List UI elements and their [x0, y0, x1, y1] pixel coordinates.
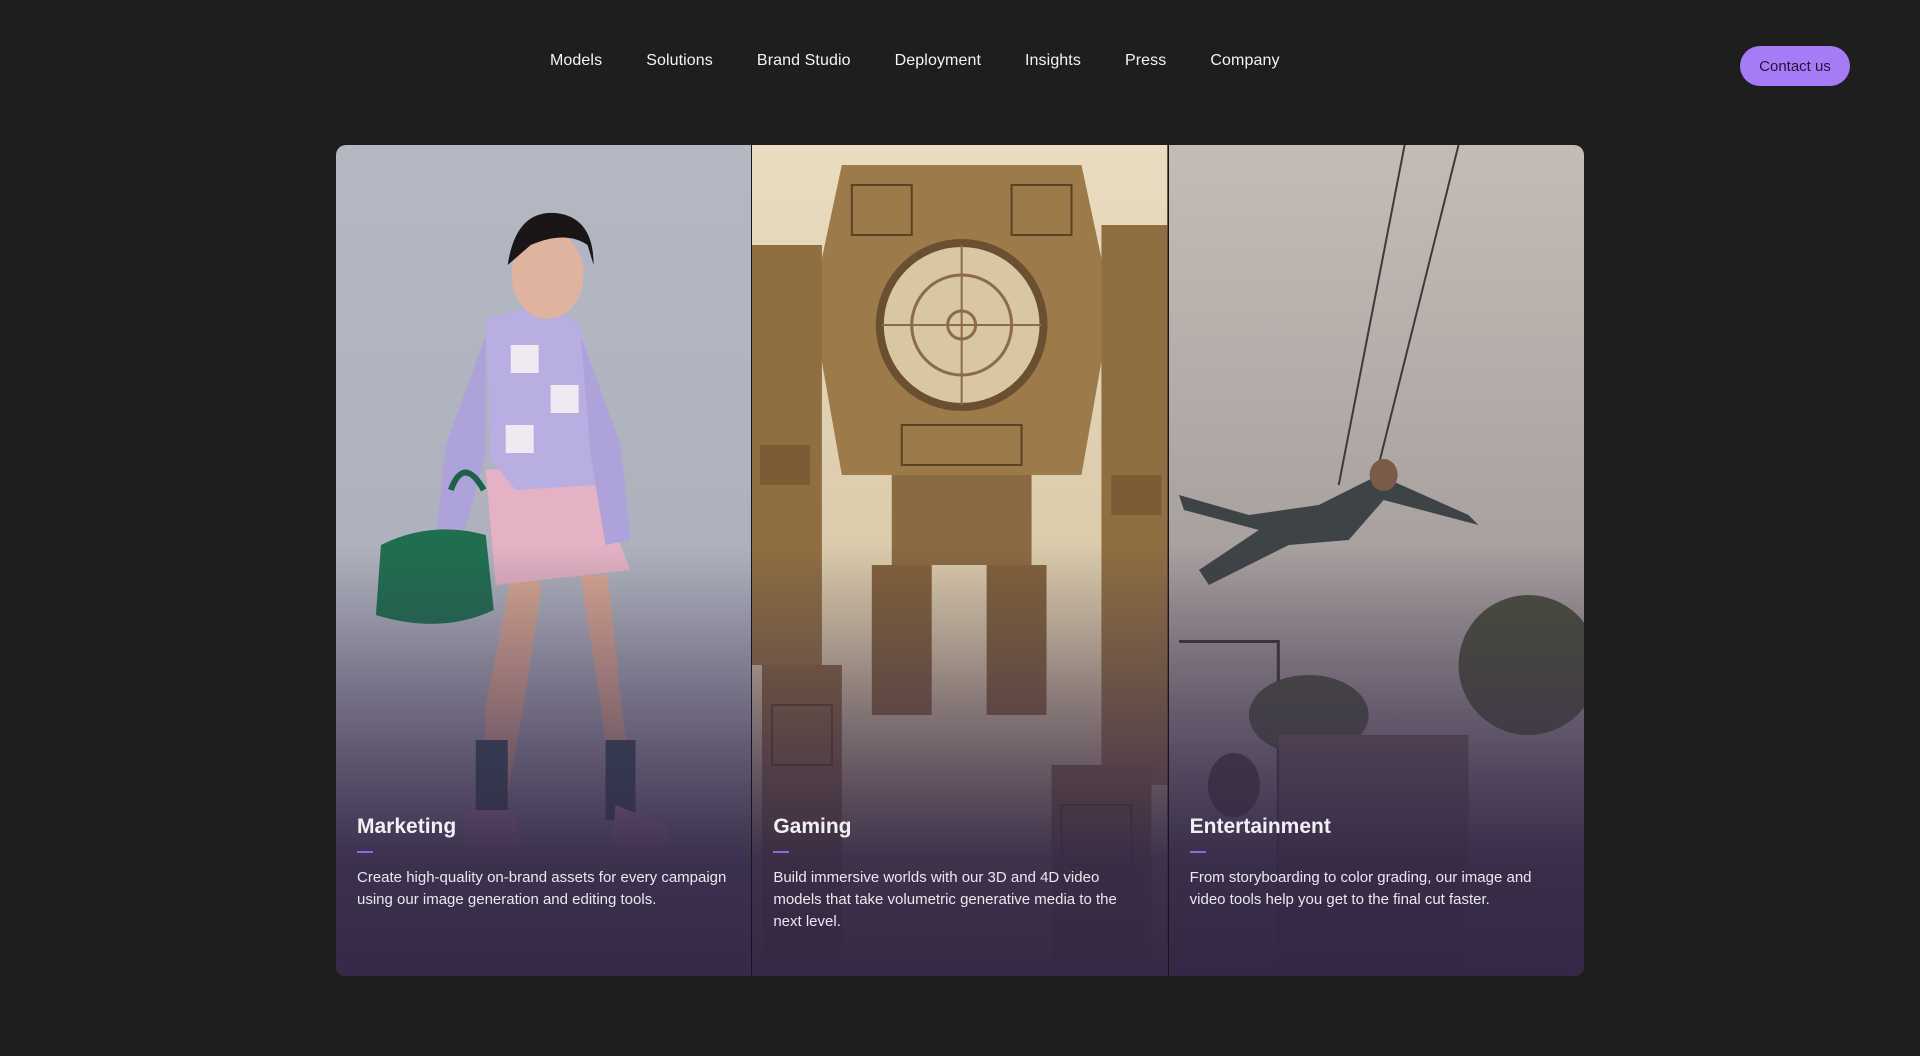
card-divider [357, 851, 373, 853]
nav-links: Models Solutions Brand Studio Deployment… [550, 52, 1280, 70]
solutions-cards: Marketing Create high-quality on-brand a… [336, 145, 1584, 976]
nav-link-brand-studio[interactable]: Brand Studio [757, 52, 851, 70]
card-title: Entertainment [1189, 815, 1331, 838]
contact-us-button[interactable]: Contact us [1740, 46, 1850, 86]
nav-link-press[interactable]: Press [1125, 52, 1166, 70]
top-navigation: Models Solutions Brand Studio Deployment… [0, 0, 1920, 130]
nav-link-models[interactable]: Models [550, 52, 602, 70]
card-description: Create high-quality on-brand assets for … [357, 869, 727, 908]
card-text: Gaming Build immersive worlds with our 3… [773, 815, 1147, 933]
card-gaming[interactable]: Gaming Build immersive worlds with our 3… [751, 145, 1168, 976]
card-divider [773, 851, 790, 853]
card-title: Marketing [357, 815, 457, 838]
card-text: Marketing Create high-quality on-brand a… [357, 815, 731, 911]
page: Models Solutions Brand Studio Deployment… [0, 0, 1920, 1056]
card-description: From storyboarding to color grading, our… [1189, 869, 1532, 908]
nav-link-insights[interactable]: Insights [1025, 52, 1081, 70]
nav-link-company[interactable]: Company [1210, 52, 1279, 70]
card-description: Build immersive worlds with our 3D and 4… [773, 869, 1117, 930]
card-entertainment[interactable]: Entertainment From storyboarding to colo… [1167, 145, 1584, 976]
card-text: Entertainment From storyboarding to colo… [1189, 815, 1564, 911]
nav-link-solutions[interactable]: Solutions [646, 52, 713, 70]
nav-link-deployment[interactable]: Deployment [895, 52, 981, 70]
card-marketing[interactable]: Marketing Create high-quality on-brand a… [336, 145, 752, 976]
card-divider [1189, 851, 1206, 853]
card-title: Gaming [773, 815, 852, 838]
